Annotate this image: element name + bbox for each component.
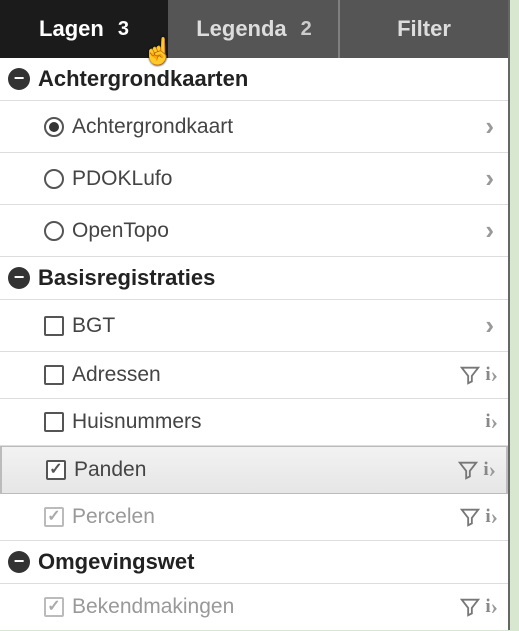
checkbox-icon[interactable]: [44, 597, 64, 617]
group-basis-title: Basisregistraties: [38, 265, 215, 291]
filter-funnel-icon[interactable]: [459, 596, 481, 618]
info-chevron-icon[interactable]: i›: [483, 457, 496, 483]
layer-panden[interactable]: Panden i›: [0, 446, 508, 494]
chevron-right-icon[interactable]: ›: [485, 215, 498, 246]
filter-funnel-icon[interactable]: [459, 364, 481, 386]
layer-percelen[interactable]: Percelen i›: [0, 494, 508, 541]
checkbox-icon[interactable]: [46, 460, 66, 480]
layer-label: Panden: [72, 458, 451, 482]
tab-lagen-label: Lagen: [39, 16, 104, 42]
group-omgeving-title: Omgevingswet: [38, 549, 194, 575]
layer-label: OpenTopo: [70, 219, 479, 243]
layer-label: BGT: [70, 314, 479, 338]
tab-lagen[interactable]: Lagen 3: [0, 0, 170, 58]
radio-icon[interactable]: [44, 117, 64, 137]
collapse-icon[interactable]: [8, 68, 30, 90]
info-chevron-icon[interactable]: i›: [485, 362, 498, 388]
collapse-icon[interactable]: [8, 551, 30, 573]
radio-icon[interactable]: [44, 169, 64, 189]
info-chevron-icon[interactable]: i›: [485, 409, 498, 435]
checkbox-icon[interactable]: [44, 412, 64, 432]
layer-bekendmakingen[interactable]: Bekendmakingen i›: [0, 584, 508, 630]
layer-label: PDOKLufo: [70, 167, 479, 191]
layer-opentopo[interactable]: OpenTopo ›: [0, 205, 508, 257]
layer-pdoklufo[interactable]: PDOKLufo ›: [0, 153, 508, 205]
info-chevron-icon[interactable]: i›: [485, 504, 498, 530]
chevron-right-icon[interactable]: ›: [485, 310, 498, 341]
layer-adressen[interactable]: Adressen i›: [0, 352, 508, 399]
collapse-icon[interactable]: [8, 267, 30, 289]
tab-filter[interactable]: Filter: [340, 0, 508, 58]
tabs-bar: Lagen 3 Legenda 2 Filter: [0, 0, 508, 58]
tab-lagen-badge: 3: [118, 18, 129, 41]
radio-icon[interactable]: [44, 221, 64, 241]
group-basisregistraties[interactable]: Basisregistraties: [0, 257, 508, 300]
layer-bgt[interactable]: BGT ›: [0, 300, 508, 352]
tab-legenda-badge: 2: [301, 18, 312, 41]
tab-legenda-label: Legenda: [196, 16, 286, 42]
layer-label: Bekendmakingen: [70, 595, 453, 619]
tab-filter-label: Filter: [397, 16, 451, 42]
layer-label: Achtergrondkaart: [70, 115, 479, 139]
chevron-right-icon[interactable]: ›: [485, 111, 498, 142]
group-achtergrond-title: Achtergrondkaarten: [38, 66, 248, 92]
layer-huisnummers[interactable]: Huisnummers i›: [0, 399, 508, 446]
info-chevron-icon[interactable]: i›: [485, 594, 498, 620]
filter-funnel-icon[interactable]: [457, 459, 479, 481]
filter-funnel-icon[interactable]: [459, 506, 481, 528]
tab-legenda[interactable]: Legenda 2: [170, 0, 340, 58]
group-achtergrondkaarten[interactable]: Achtergrondkaarten: [0, 58, 508, 101]
layer-label: Adressen: [70, 363, 453, 387]
group-omgevingswet[interactable]: Omgevingswet: [0, 541, 508, 584]
checkbox-icon[interactable]: [44, 507, 64, 527]
chevron-right-icon[interactable]: ›: [485, 163, 498, 194]
checkbox-icon[interactable]: [44, 316, 64, 336]
checkbox-icon[interactable]: [44, 365, 64, 385]
layer-label: Percelen: [70, 505, 453, 529]
layer-achtergrondkaart[interactable]: Achtergrondkaart ›: [0, 101, 508, 153]
layers-list: Achtergrondkaarten Achtergrondkaart › PD…: [0, 58, 508, 630]
layer-label: Huisnummers: [70, 410, 479, 434]
